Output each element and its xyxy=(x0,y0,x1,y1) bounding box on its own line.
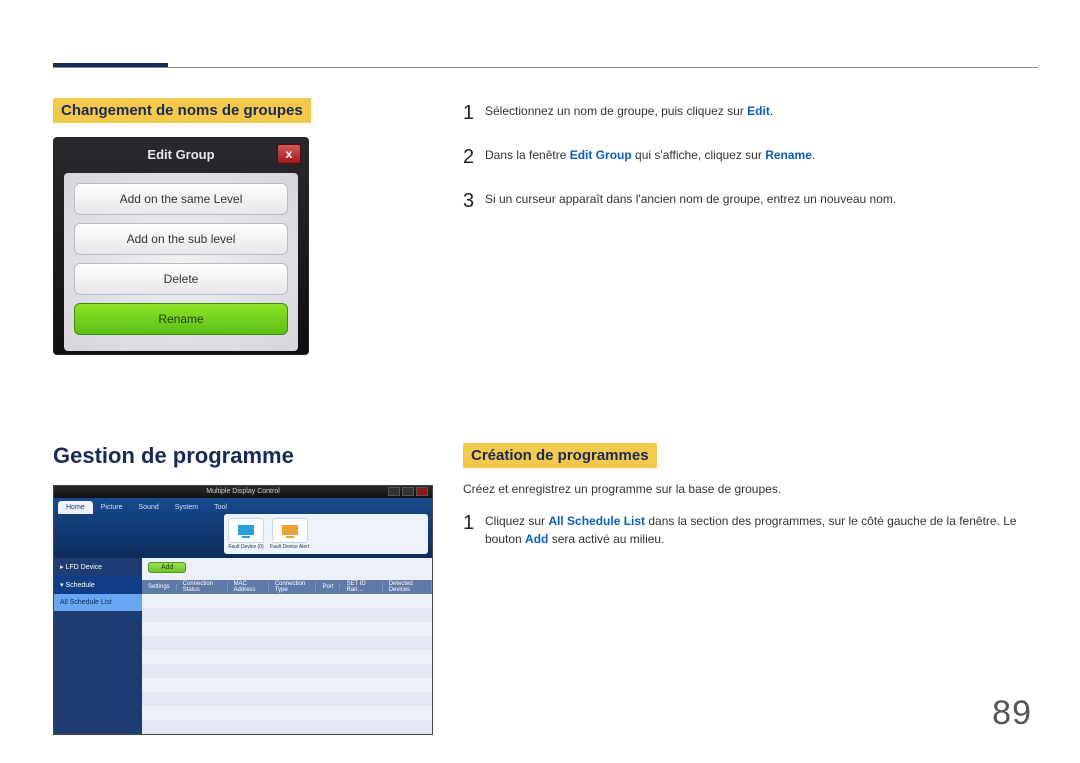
col-setid[interactable]: SET ID Ran… xyxy=(340,581,382,593)
step-2: 2 Dans la fenêtre Edit Group qui s'affic… xyxy=(463,142,1038,172)
tab-system[interactable]: System xyxy=(167,501,206,514)
col-detected[interactable]: Detected Devices xyxy=(383,581,432,593)
section-heading-change-group-names: Changement de noms de groupes xyxy=(53,98,311,123)
step-number: 1 xyxy=(463,98,485,128)
close-icon[interactable]: x xyxy=(277,144,301,164)
app-sidebar: ▸ LFD Device ▾ Schedule All Schedule Lis… xyxy=(54,558,142,734)
ribbon-buttons: Fault Device (0) Fault Device Alert xyxy=(224,514,428,554)
page-number: 89 xyxy=(992,694,1032,733)
grid-rows xyxy=(142,594,432,734)
keyword-edit: Edit xyxy=(747,104,770,118)
step-text-fragment: . xyxy=(770,104,773,118)
step-text: Sélectionnez un nom de groupe, puis cliq… xyxy=(485,98,1038,120)
sidebar-item-schedule[interactable]: ▾ Schedule xyxy=(54,576,142,594)
add-sub-level-button[interactable]: Add on the sub level xyxy=(74,223,288,255)
dialog-title: Edit Group xyxy=(54,138,308,167)
dialog-body: Add on the same Level Add on the sub lev… xyxy=(64,173,298,351)
step-text: Dans la fenêtre Edit Group qui s'affiche… xyxy=(485,142,1038,164)
step-number: 3 xyxy=(463,186,485,216)
app-main: ▸ LFD Device ▾ Schedule All Schedule Lis… xyxy=(54,558,432,734)
keyword-rename: Rename xyxy=(765,148,812,162)
fault-device-button[interactable] xyxy=(228,518,264,543)
header-rule xyxy=(53,67,1038,68)
step-number: 1 xyxy=(463,508,485,538)
step-text: Cliquez sur All Schedule List dans la se… xyxy=(485,508,1038,548)
step-1: 1 Sélectionnez un nom de groupe, puis cl… xyxy=(463,98,1038,128)
tab-home[interactable]: Home xyxy=(58,501,93,514)
step-text-fragment: qui s'affiche, cliquez sur xyxy=(632,148,765,162)
keyword-edit-group: Edit Group xyxy=(570,148,632,162)
sidebar-item-label: LFD Device xyxy=(65,564,102,571)
col-conn-type[interactable]: Connection Type xyxy=(269,581,317,593)
app-screenshot: Multiple Display Control Home Picture So… xyxy=(53,485,433,735)
step-number: 2 xyxy=(463,142,485,172)
minimize-icon[interactable] xyxy=(388,487,400,496)
col-mac[interactable]: MAC Address xyxy=(228,581,269,593)
sidebar-item-all-schedule-list[interactable]: All Schedule List xyxy=(54,594,142,611)
intro-text: Créez et enregistrez un programme sur la… xyxy=(463,482,1038,496)
keyword-add: Add xyxy=(525,532,548,546)
step-text-fragment: Sélectionnez un nom de groupe, puis cliq… xyxy=(485,104,747,118)
section-heading-creation-programmes: Création de programmes xyxy=(463,443,657,468)
col-connection-status[interactable]: Connection Status xyxy=(177,581,228,593)
step-text: Si un curseur apparaît dans l'ancien nom… xyxy=(485,186,1038,208)
step-1: 1 Cliquez sur All Schedule List dans la … xyxy=(463,508,1038,548)
rename-button[interactable]: Rename xyxy=(74,303,288,335)
tab-tool[interactable]: Tool xyxy=(206,501,235,514)
grid-area: Add Settings Connection Status MAC Addre… xyxy=(142,558,432,734)
app-titlebar: Multiple Display Control xyxy=(54,486,432,498)
grid-header: Settings Connection Status MAC Address C… xyxy=(142,580,432,594)
close-icon[interactable] xyxy=(416,487,428,496)
edit-group-dialog: Edit Group x Add on the same Level Add o… xyxy=(53,137,309,355)
step-3: 3 Si un curseur apparaît dans l'ancien n… xyxy=(463,186,1038,216)
ribbon-label: Fault Device Alert xyxy=(270,544,309,550)
step-text-fragment: sera activé au milieu. xyxy=(548,532,664,546)
section-heading-gestion-programme: Gestion de programme xyxy=(53,443,433,469)
window-controls xyxy=(388,487,428,496)
step-text-fragment: Cliquez sur xyxy=(485,514,548,528)
app-ribbon: Home Picture Sound System Tool Faul xyxy=(54,498,432,558)
col-port[interactable]: Port xyxy=(316,584,340,590)
maximize-icon[interactable] xyxy=(402,487,414,496)
keyword-all-schedule-list: All Schedule List xyxy=(548,514,645,528)
sidebar-item-lfd[interactable]: ▸ LFD Device xyxy=(54,558,142,576)
fault-device-alert-button[interactable] xyxy=(272,518,308,543)
ribbon-label: Fault Device (0) xyxy=(228,544,263,550)
add-button[interactable]: Add xyxy=(148,562,186,573)
ribbon-tabs: Home Picture Sound System Tool xyxy=(54,498,239,517)
add-same-level-button[interactable]: Add on the same Level xyxy=(74,183,288,215)
sidebar-item-label: Schedule xyxy=(65,582,94,589)
tab-sound[interactable]: Sound xyxy=(130,501,166,514)
tab-picture[interactable]: Picture xyxy=(93,501,131,514)
step-text-fragment: . xyxy=(812,148,815,162)
col-settings[interactable]: Settings xyxy=(142,584,177,590)
delete-button[interactable]: Delete xyxy=(74,263,288,295)
step-text-fragment: Dans la fenêtre xyxy=(485,148,570,162)
